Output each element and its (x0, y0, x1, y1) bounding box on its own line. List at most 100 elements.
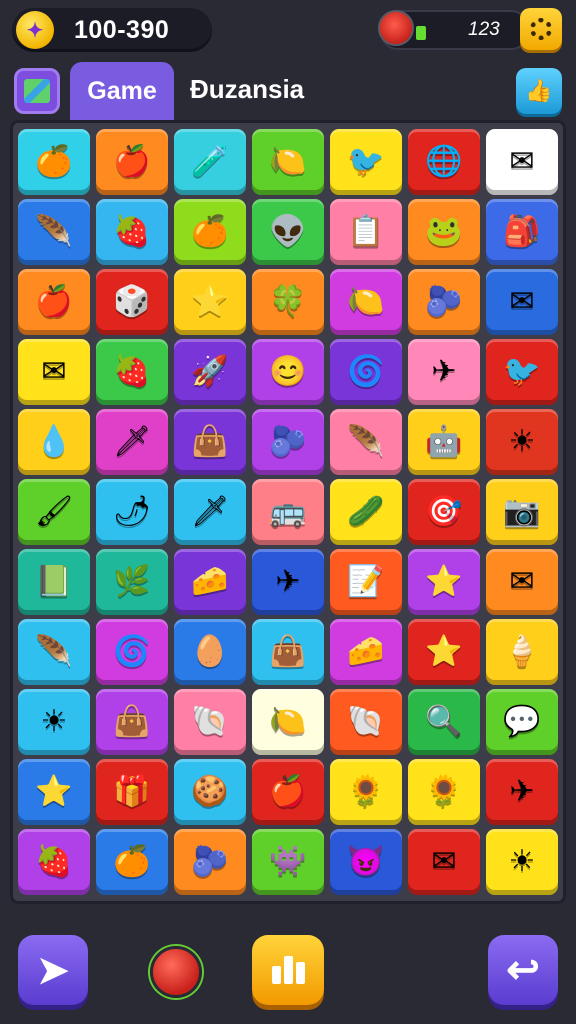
tile[interactable]: 🍦 (486, 619, 558, 685)
tile[interactable]: 🍋 (252, 689, 324, 755)
tile[interactable]: 🍋 (330, 269, 402, 335)
tile-icon: 😊 (269, 355, 307, 388)
pointer-button[interactable]: ➤ (18, 935, 88, 1005)
leaderboard-button[interactable] (252, 935, 324, 1005)
tile[interactable]: ✉ (486, 549, 558, 615)
tile-icon: 👽 (269, 215, 307, 248)
tile[interactable]: ✈ (252, 549, 324, 615)
tile[interactable]: 🌿 (96, 549, 168, 615)
tile[interactable]: 💧 (18, 409, 90, 475)
tile[interactable]: 🍪 (174, 759, 246, 825)
tile[interactable]: 🌀 (330, 339, 402, 405)
tile[interactable]: ✉ (486, 269, 558, 335)
tile[interactable]: ⭐ (408, 549, 480, 615)
tile[interactable]: 🐚 (330, 689, 402, 755)
tile[interactable]: 🗡 (96, 409, 168, 475)
coin-icon: ✦ (16, 11, 54, 49)
bomb-icon[interactable] (150, 946, 202, 998)
tile[interactable]: 🪶 (18, 199, 90, 265)
tile[interactable]: 🍓 (18, 829, 90, 895)
tile[interactable]: 🪶 (18, 619, 90, 685)
tile[interactable]: 👾 (252, 829, 324, 895)
tile[interactable]: 🍎 (96, 129, 168, 195)
tile[interactable]: 👜 (252, 619, 324, 685)
tile[interactable]: 🫐 (174, 829, 246, 895)
tile[interactable]: 🍊 (18, 129, 90, 195)
tile[interactable]: 🥚 (174, 619, 246, 685)
settings-button[interactable] (520, 8, 562, 50)
tab-game[interactable]: Game (70, 62, 174, 120)
tile-icon: 🧪 (191, 145, 229, 178)
tile[interactable]: 🍎 (252, 759, 324, 825)
tile[interactable]: ✉ (18, 339, 90, 405)
tile[interactable]: 👽 (252, 199, 324, 265)
tile[interactable]: 📗 (18, 549, 90, 615)
tile[interactable]: 😈 (330, 829, 402, 895)
tile[interactable]: ✈ (486, 759, 558, 825)
tile[interactable]: 🌐 (408, 129, 480, 195)
tile[interactable]: 🐚 (174, 689, 246, 755)
tile[interactable]: 👜 (174, 409, 246, 475)
tile[interactable]: 📋 (330, 199, 402, 265)
tile[interactable]: ✉ (486, 129, 558, 195)
tile[interactable]: ⭐ (18, 759, 90, 825)
map-button[interactable] (14, 68, 60, 114)
tab-duzansia[interactable]: Đuzansia (190, 74, 304, 105)
tile[interactable]: 🌀 (96, 619, 168, 685)
tile[interactable]: 🍓 (96, 339, 168, 405)
tile[interactable]: 🐸 (408, 199, 480, 265)
tile[interactable]: 🍀 (252, 269, 324, 335)
tile[interactable]: 🤖 (408, 409, 480, 475)
tile[interactable]: ✉ (408, 829, 480, 895)
tile[interactable]: 🎯 (408, 479, 480, 545)
tile[interactable]: 👜 (96, 689, 168, 755)
tile[interactable]: 🫐 (252, 409, 324, 475)
tile[interactable]: 🧀 (330, 619, 402, 685)
tile[interactable]: 🥒 (330, 479, 402, 545)
tile[interactable]: 🪶 (330, 409, 402, 475)
tile[interactable]: 🧪 (174, 129, 246, 195)
tile-icon: ✉ (509, 145, 535, 178)
tile[interactable]: 📷 (486, 479, 558, 545)
tile[interactable]: 🐦 (486, 339, 558, 405)
tile[interactable]: 🍊 (174, 199, 246, 265)
tile[interactable]: 🎲 (96, 269, 168, 335)
undo-button[interactable]: ↩ (488, 935, 558, 1005)
tile[interactable]: 🌻 (330, 759, 402, 825)
tile[interactable]: 🧀 (174, 549, 246, 615)
tile[interactable]: 🚀 (174, 339, 246, 405)
tile[interactable]: ✈ (408, 339, 480, 405)
tile[interactable]: 🗡 (174, 479, 246, 545)
tile[interactable]: 📝 (330, 549, 402, 615)
tile[interactable]: 🍊 (96, 829, 168, 895)
energy-counter: 123 (378, 10, 529, 50)
tile[interactable]: ☀ (486, 409, 558, 475)
tile[interactable]: 🚌 (252, 479, 324, 545)
tile[interactable]: 😊 (252, 339, 324, 405)
energy-value: 123 (468, 19, 500, 40)
tile[interactable]: 🫐 (408, 269, 480, 335)
tile-icon: 🌀 (113, 635, 151, 668)
tile-icon: ✈ (431, 355, 457, 388)
tile[interactable]: 🔍 (408, 689, 480, 755)
tile-icon: 🪶 (347, 425, 385, 458)
tile[interactable]: ⭐ (408, 619, 480, 685)
tile[interactable]: 🍎 (18, 269, 90, 335)
tile[interactable]: ⭐ (174, 269, 246, 335)
tile[interactable]: 🌻 (408, 759, 480, 825)
like-button[interactable]: 👍 (516, 68, 562, 114)
tile[interactable]: 🌶 (96, 479, 168, 545)
tile[interactable]: 🐦 (330, 129, 402, 195)
tile[interactable]: 🎁 (96, 759, 168, 825)
tile[interactable]: 🖌 (18, 479, 90, 545)
tile-icon: 🌻 (425, 775, 463, 808)
tile[interactable]: 💬 (486, 689, 558, 755)
tile[interactable]: ☀ (486, 829, 558, 895)
tile-icon: ✉ (431, 845, 457, 878)
tile-icon: 🍎 (35, 285, 73, 318)
tile[interactable]: 🎒 (486, 199, 558, 265)
game-board: 🍊 🍎 🧪 🍋 🐦 🌐 ✉ 🪶 🍓 🍊 👽 📋 🐸 🎒 🍎 🎲 ⭐ 🍀 🍋 🫐 ✉ ✉ 🍓 🚀 😊 🌀 ✈ 🐦 💧 🗡 👜 🫐 🪶 🤖 ☀ 🖌 🌶 🗡 🚌 🥒… (10, 120, 566, 904)
tile[interactable]: 🍓 (96, 199, 168, 265)
tile[interactable]: 🍋 (252, 129, 324, 195)
tile[interactable]: ☀ (18, 689, 90, 755)
